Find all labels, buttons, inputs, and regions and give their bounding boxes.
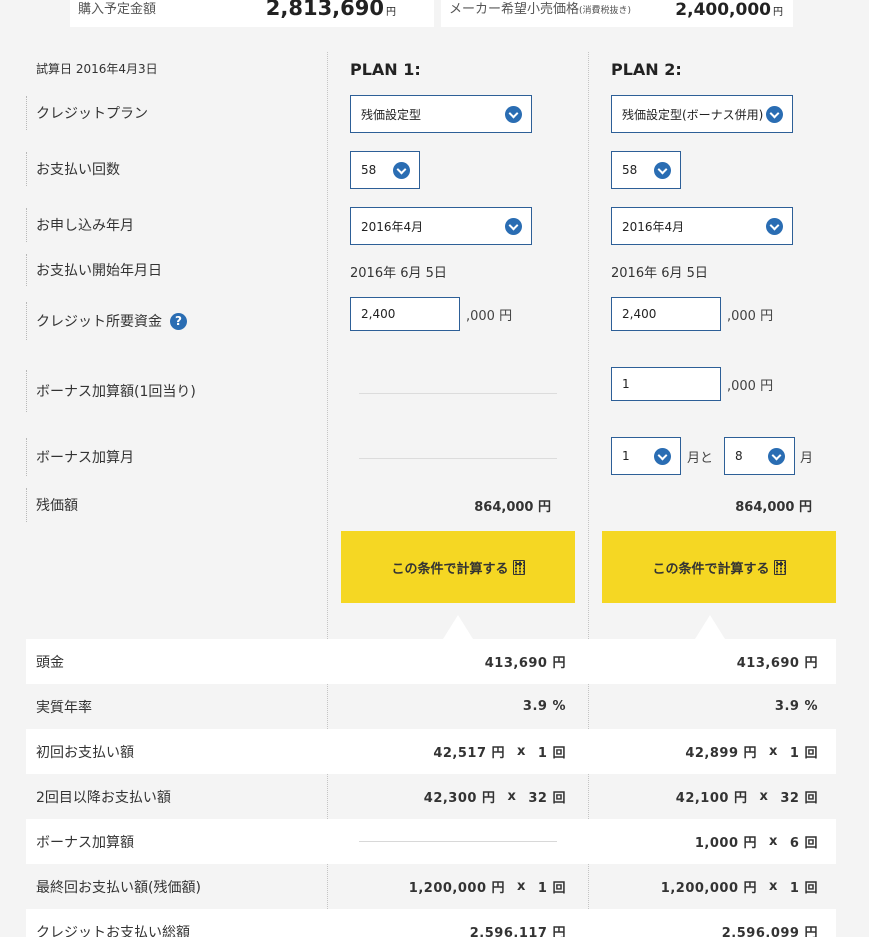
plan2-bonus-amount-input[interactable] (611, 367, 721, 401)
plan1-apply-month-select[interactable]: 2016年4月 (350, 207, 532, 245)
result-plan2-value: 1,200,000 円x1 回 (660, 879, 818, 896)
chevron-down-icon (654, 162, 671, 179)
result-plan2-value: 3.9 % (774, 699, 818, 714)
chevron-down-icon (766, 106, 783, 123)
plan2-bonus-month-and: 月と (687, 451, 714, 466)
calculator-icon (773, 559, 786, 575)
result-plan2-value: 42,100 円 x 32 回 (675, 789, 818, 806)
label-bonus-month: ボーナス加算月 (26, 438, 134, 476)
plan1-calculate-button[interactable]: この条件で計算する (341, 531, 575, 603)
plan1-bonus-month-empty (359, 458, 557, 459)
plan2-required-fund-suffix: ,000 円 (727, 309, 774, 324)
plan2-bonus-amount-suffix: ,000 円 (727, 379, 774, 394)
label-required-fund: クレジット所要資金 ? (26, 302, 187, 340)
plan2-payment-count-select[interactable]: 58 (611, 151, 681, 189)
plan2-credit-plan-select[interactable]: 残価設定型(ボーナス併用) (611, 95, 793, 133)
result-plan2-value: 42,899 円x1 回 (685, 744, 818, 761)
plan2-residual-value: 864,000 円 (735, 500, 812, 515)
result-plan2-value: 413,690 円 (736, 656, 818, 671)
label-residual: 残価額 (26, 488, 78, 522)
plan1-payment-count-select[interactable]: 58 (350, 151, 420, 189)
label-credit-plan: クレジットプラン (26, 96, 148, 130)
chevron-down-icon (766, 218, 783, 235)
plan1-required-fund-suffix: ,000 円 (466, 309, 513, 324)
plan2-calculate-button[interactable]: この条件で計算する (602, 531, 836, 603)
result-row-subsequent-payment: 2回目以降お支払い額 42,300 円 x 32 回 42,100 円 x 32 回 (26, 774, 836, 819)
result-row-bonus-amount: ボーナス加算額 1,000 円x6 回 (26, 819, 836, 864)
plan2-bonus-month-1-select[interactable]: 1 (611, 437, 681, 475)
result-row-final-payment: 最終回お支払い額(残価額) 1,200,000 円x1 回 1,200,000 … (26, 864, 836, 909)
result-row-total: クレジットお支払い総額 2,596,117 円 2,596,099 円 (26, 909, 836, 937)
plan2-title: PLAN 2: (611, 60, 682, 79)
result-row-apr: 実質年率 3.9 % 3.9 % (26, 684, 836, 729)
plan2-apply-month-select[interactable]: 2016年4月 (611, 207, 793, 245)
plan2-result-pointer (695, 615, 725, 639)
chevron-down-icon (654, 448, 671, 465)
plan2-start-date: 2016年 6月 5日 (611, 266, 708, 281)
msrp-box: メーカー希望小売価格(消費税抜き) 2,400,000 円 (441, 0, 793, 27)
label-payment-count: お支払い回数 (26, 152, 120, 186)
calc-date: 試算日 2016年4月3日 (36, 62, 158, 76)
plan1-title: PLAN 1: (350, 60, 421, 79)
plan2-bonus-month-unit: 月 (800, 451, 814, 466)
plan1-result-pointer (443, 615, 473, 639)
chevron-down-icon (505, 218, 522, 235)
plan1-bonus-amount-empty (359, 393, 557, 394)
calculator-icon (512, 559, 525, 575)
purchase-amount-label: 購入予定金額 (78, 2, 157, 17)
result-plan2-value: 2,596,099 円 (721, 926, 818, 937)
plan1-residual-value: 864,000 円 (474, 500, 551, 515)
question-icon[interactable]: ? (170, 312, 187, 330)
purchase-amount-box: 購入予定金額 2,813,690 円 (70, 0, 434, 27)
plan2-bonus-month-2-select[interactable]: 8 (724, 437, 795, 475)
plan1-required-fund-input[interactable] (350, 297, 460, 331)
msrp-label: メーカー希望小売価格(消費税抜き) (449, 2, 632, 17)
purchase-amount-value: 2,813,690 円 (265, 0, 396, 20)
chevron-down-icon (768, 448, 785, 465)
result-row-first-payment: 初回お支払い額 42,517 円x1 回 42,899 円x1 回 (26, 729, 836, 774)
result-row-down-payment: 頭金 413,690 円 413,690 円 (26, 639, 836, 684)
label-apply-month: お申し込み年月 (26, 208, 134, 242)
label-bonus-amount: ボーナス加算額(1回当り) (26, 370, 196, 412)
msrp-value: 2,400,000 円 (675, 0, 783, 20)
chevron-down-icon (393, 162, 410, 179)
result-plan2-value: 1,000 円x6 回 (694, 834, 818, 851)
label-start-date: お支払い開始年月日 (26, 254, 162, 286)
plan1-credit-plan-select[interactable]: 残価設定型 (350, 95, 532, 133)
chevron-down-icon (505, 106, 522, 123)
plan1-start-date: 2016年 6月 5日 (350, 266, 447, 281)
plan2-required-fund-input[interactable] (611, 297, 721, 331)
